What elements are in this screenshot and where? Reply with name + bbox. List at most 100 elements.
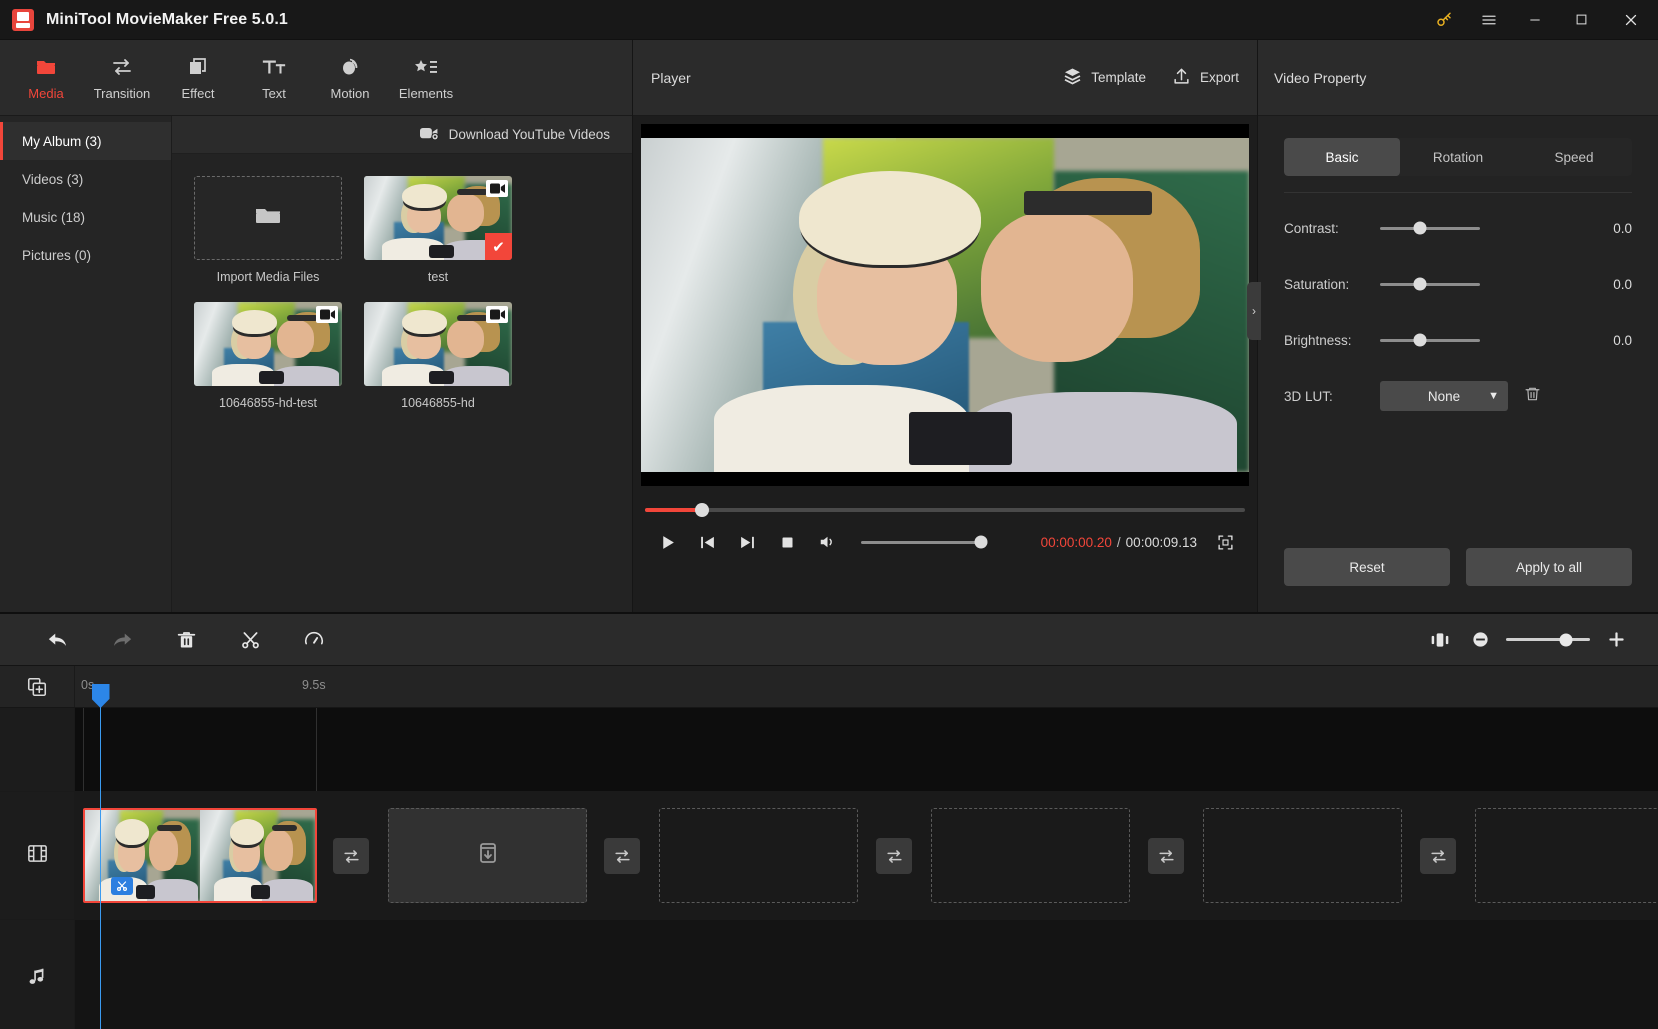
album-item-music[interactable]: Music (18)	[0, 198, 171, 236]
brightness-handle[interactable]	[1413, 333, 1427, 347]
media-placeholder-4[interactable]	[1203, 808, 1402, 903]
prev-frame-button[interactable]	[687, 526, 727, 558]
tab-rotation[interactable]: Rotation	[1400, 138, 1516, 176]
ribbon-item-elements[interactable]: Elements	[388, 40, 464, 116]
volume-handle[interactable]	[974, 535, 988, 549]
selected-check-icon: ✔	[485, 233, 512, 260]
playhead-top[interactable]	[91, 684, 110, 708]
album-item-my-album[interactable]: My Album (3)	[0, 122, 171, 160]
export-button[interactable]: Export	[1172, 67, 1239, 89]
media-thumbnail[interactable]	[364, 302, 512, 386]
album-item-videos[interactable]: Videos (3)	[0, 160, 171, 198]
next-frame-button[interactable]	[727, 526, 767, 558]
media-placeholder-3[interactable]	[931, 808, 1130, 903]
video-image	[641, 138, 1249, 472]
media-body: My Album (3) Videos (3) Music (18) Pictu…	[0, 116, 632, 612]
letterbox-bottom	[641, 472, 1249, 486]
close-button[interactable]	[1604, 0, 1658, 40]
undo-button[interactable]	[26, 614, 90, 666]
media-item-10646855-hd-test[interactable]: 10646855-hd-test	[194, 302, 342, 410]
media-item-label: test	[427, 270, 449, 284]
reset-button[interactable]: Reset	[1284, 548, 1450, 586]
media-placeholder-5[interactable]	[1475, 808, 1658, 903]
tab-speed[interactable]: Speed	[1516, 138, 1632, 176]
apply-to-all-button[interactable]: Apply to all	[1466, 548, 1632, 586]
brightness-slider[interactable]	[1380, 333, 1480, 347]
saturation-handle[interactable]	[1413, 277, 1427, 291]
music-track	[0, 920, 1658, 1029]
menu-icon[interactable]	[1466, 0, 1512, 40]
import-media-dropzone[interactable]	[194, 176, 342, 260]
transition-slot-3[interactable]	[876, 838, 912, 874]
seek-bar-row	[641, 486, 1249, 517]
contrast-label: Contrast:	[1284, 220, 1339, 236]
media-placeholder-2[interactable]	[659, 808, 858, 903]
contrast-handle[interactable]	[1413, 221, 1427, 235]
video-preview[interactable]	[641, 124, 1249, 486]
timeline-zoom-handle[interactable]	[1559, 633, 1573, 646]
delete-button[interactable]	[154, 614, 218, 666]
media-item-10646855-hd[interactable]: 10646855-hd	[364, 302, 512, 410]
transition-slot-4[interactable]	[1148, 838, 1184, 874]
volume-slider[interactable]	[861, 535, 988, 549]
redo-button[interactable]	[90, 614, 154, 666]
maximize-button[interactable]	[1558, 0, 1604, 40]
media-thumbnail[interactable]: ✔	[364, 176, 512, 260]
minimize-button[interactable]	[1512, 0, 1558, 40]
media-item-test[interactable]: ✔ test	[364, 176, 512, 284]
contrast-slider[interactable]	[1380, 221, 1480, 235]
ribbon-item-transition[interactable]: Transition	[84, 40, 160, 116]
seek-handle[interactable]	[695, 503, 709, 517]
ruler-ticks[interactable]: 0s 9.5s	[75, 666, 1658, 707]
property-divider	[1284, 192, 1632, 193]
play-button[interactable]	[647, 526, 687, 558]
transition-slot-1[interactable]	[333, 838, 369, 874]
seek-bar[interactable]	[645, 503, 1245, 517]
saturation-slider[interactable]	[1380, 277, 1480, 291]
volume-button[interactable]	[807, 526, 847, 558]
video-track-lane[interactable]	[75, 792, 1658, 919]
clip-split-button[interactable]	[111, 877, 133, 895]
trash-icon[interactable]	[1524, 385, 1541, 408]
ribbon-item-text[interactable]: Text	[236, 40, 312, 116]
timeline-zoom-controls	[1420, 614, 1658, 666]
transition-slot-2[interactable]	[604, 838, 640, 874]
collapse-panel-handle[interactable]: ›	[1247, 282, 1261, 340]
fit-to-timeline-icon[interactable]	[1420, 614, 1460, 666]
video-clip[interactable]	[83, 808, 317, 903]
stop-button[interactable]	[767, 526, 807, 558]
fullscreen-button[interactable]	[1207, 526, 1243, 558]
ribbon-item-media[interactable]: Media	[8, 40, 84, 116]
speed-button[interactable]	[282, 614, 346, 666]
zoom-out-button[interactable]	[1460, 614, 1500, 666]
video-badge-icon	[486, 180, 508, 197]
ribbon-label-motion: Motion	[330, 85, 370, 101]
lut-label: 3D LUT:	[1284, 388, 1333, 404]
ribbon-label-effect: Effect	[181, 85, 215, 101]
timeline-zoom-slider[interactable]	[1506, 633, 1590, 646]
transition-slot-5[interactable]	[1420, 838, 1456, 874]
folder-icon	[254, 204, 282, 233]
ribbon-item-motion[interactable]: Motion	[312, 40, 388, 116]
add-track-button[interactable]	[0, 666, 75, 707]
zoom-in-button[interactable]	[1596, 614, 1636, 666]
lut-select[interactable]: None ▼	[1380, 381, 1508, 411]
ribbon-item-effect[interactable]: Effect	[160, 40, 236, 116]
media-placeholder-1[interactable]	[388, 808, 587, 903]
player-stage: 00:00:00.20 / 00:00:09.13	[633, 116, 1257, 612]
player-header: Player Template Export	[633, 40, 1257, 116]
media-main: Download YouTube Videos Import Media Fil…	[172, 116, 632, 612]
download-youtube-videos-button[interactable]: Download YouTube Videos	[419, 126, 610, 144]
template-button[interactable]: Template	[1063, 67, 1146, 88]
text-track-lane[interactable]	[75, 708, 1658, 791]
split-button[interactable]	[218, 614, 282, 666]
media-thumbnail[interactable]	[194, 302, 342, 386]
music-track-lane[interactable]	[75, 920, 1658, 1029]
tab-basic[interactable]: Basic	[1284, 138, 1400, 176]
player-header-actions: Template Export	[1063, 67, 1239, 89]
activate-key-icon[interactable]	[1422, 0, 1466, 40]
album-item-pictures[interactable]: Pictures (0)	[0, 236, 171, 274]
app-logo	[12, 8, 34, 31]
album-label-pictures: Pictures (0)	[22, 247, 92, 263]
import-media-cell[interactable]: Import Media Files	[194, 176, 342, 284]
